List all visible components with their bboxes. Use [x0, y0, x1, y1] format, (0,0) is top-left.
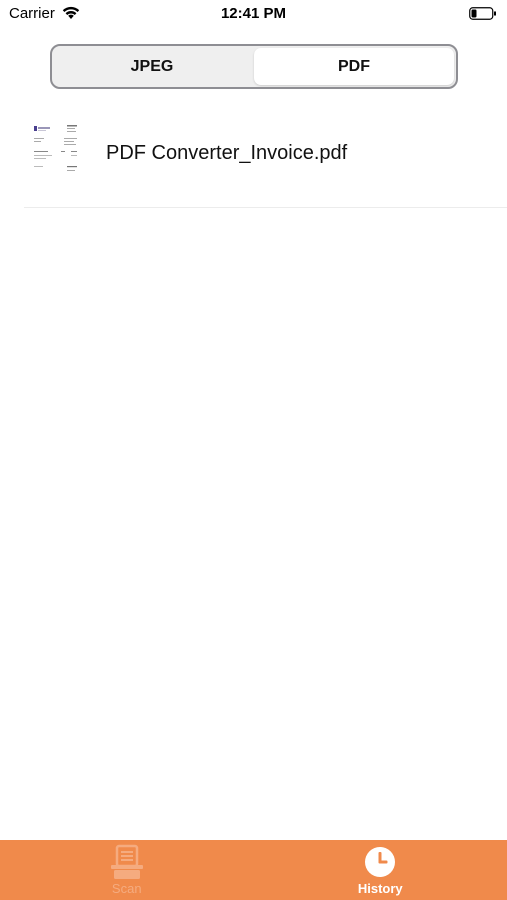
tab-scan[interactable]: Scan	[0, 840, 254, 900]
tab-bar: Scan History	[0, 840, 507, 900]
segment-jpeg[interactable]: JPEG	[52, 46, 252, 87]
status-bar: Carrier 12:41 PM	[0, 0, 507, 28]
scanner-icon	[107, 843, 147, 881]
format-segmented-control: JPEG PDF	[50, 44, 458, 89]
document-thumbnail	[31, 122, 81, 180]
app-screen: Carrier 12:41 PM JPEG PDF PDF Converter_…	[0, 0, 507, 900]
clock-time: 12:41 PM	[220, 5, 287, 22]
tab-history[interactable]: History	[254, 840, 507, 900]
history-list: PDF Converter_Invoice.pdf	[0, 108, 507, 208]
battery-icon	[469, 7, 496, 20]
tab-history-label: History	[357, 881, 403, 896]
row-divider	[24, 207, 507, 208]
clock-icon	[360, 843, 400, 881]
list-item[interactable]: PDF Converter_Invoice.pdf	[0, 108, 507, 208]
segment-pdf[interactable]: PDF	[254, 48, 454, 85]
file-name: PDF Converter_Invoice.pdf	[106, 142, 348, 164]
tab-scan-label: Scan	[111, 881, 142, 896]
